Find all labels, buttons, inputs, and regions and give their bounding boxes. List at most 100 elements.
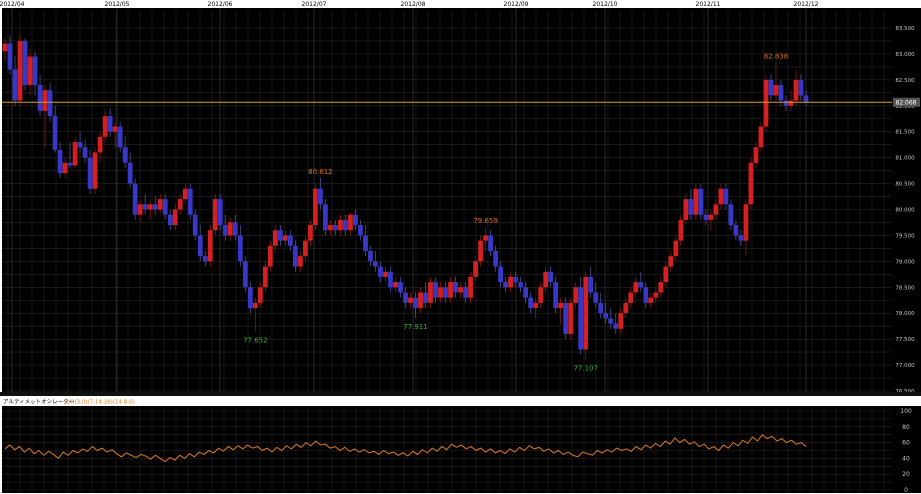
candle-body: [147, 204, 153, 210]
candle-body: [52, 116, 58, 150]
date-tick-label: 2012/05: [105, 1, 130, 8]
candle-body: [463, 287, 468, 298]
candle-body: [783, 100, 789, 106]
candle-body: [533, 302, 539, 309]
price-tick-label: 80.500: [895, 182, 915, 188]
high-annotation-label: 82.838: [764, 52, 789, 60]
candle-body: [343, 219, 348, 231]
candle-body: [42, 90, 48, 111]
candle-body: [318, 188, 323, 205]
osc-tick-label: 40: [902, 455, 910, 462]
candle-body: [553, 282, 559, 309]
candle-body: [27, 56, 33, 86]
candle-body: [112, 126, 118, 132]
candle-body: [548, 271, 554, 283]
candle-body: [613, 323, 619, 329]
candle-body: [778, 85, 784, 101]
candle-body: [252, 302, 258, 309]
candle-body: [423, 292, 428, 303]
candle-body: [563, 302, 569, 334]
candle-body: [708, 214, 714, 220]
candle-body: [698, 188, 704, 215]
indicator-params: UO(3,0)(7:14:28)(14:8:0): [66, 400, 135, 406]
current-price-label: 82.068: [896, 99, 917, 106]
candle-body: [493, 250, 498, 267]
candle-body: [152, 204, 158, 210]
high-annotation-label: 80.612: [308, 168, 333, 176]
date-tick-label: 2012/08: [401, 1, 426, 8]
candle-body: [653, 292, 659, 298]
candle-body: [227, 222, 233, 236]
candle-body: [508, 276, 514, 288]
candle-body: [338, 219, 343, 231]
candle-body: [72, 142, 78, 166]
candle-body: [523, 287, 529, 298]
candle-body: [313, 188, 318, 226]
candle-body: [217, 199, 223, 226]
candle-body: [578, 287, 584, 350]
candle-body: [262, 266, 268, 288]
price-tick-label: 79.500: [895, 233, 915, 239]
price-tick-label: 80.000: [895, 208, 915, 214]
low-annotation-label: 77.107: [573, 365, 598, 373]
candle-body: [363, 235, 368, 251]
candle-body: [102, 116, 108, 137]
candle-body: [588, 276, 594, 293]
candle-body: [628, 292, 634, 303]
date-tick-label: 2012/06: [208, 1, 233, 8]
candle-body: [257, 287, 263, 303]
candle-body: [793, 79, 799, 101]
candle-body: [473, 261, 478, 277]
price-tick-label: 81.500: [895, 130, 915, 136]
candle-body: [87, 157, 93, 189]
panel-divider[interactable]: [0, 392, 921, 396]
candle-body: [47, 90, 53, 117]
candle-body: [157, 199, 163, 210]
candle-body: [297, 256, 303, 267]
candle-body: [658, 282, 664, 293]
low-annotation-label: 77.911: [403, 323, 428, 331]
candle-body: [197, 235, 203, 257]
candle-body: [247, 287, 253, 309]
price-tick-label: 81.000: [895, 156, 915, 162]
candle-body: [748, 162, 754, 205]
candle-body: [67, 162, 73, 166]
price-tick-label: 78.000: [895, 311, 915, 317]
date-tick-label: 2012/09: [504, 1, 529, 8]
candle-body: [803, 95, 809, 103]
candle-body: [668, 256, 674, 267]
candle-body: [488, 235, 493, 251]
candle-body: [738, 235, 744, 241]
candle-body: [418, 292, 423, 309]
candle-body: [543, 271, 549, 288]
candle-body: [518, 282, 524, 288]
candle-body: [323, 204, 328, 231]
candle-body: [603, 313, 609, 319]
candle-body: [618, 313, 624, 329]
candle-body: [718, 188, 724, 205]
date-tick-label: 2012/12: [794, 1, 819, 8]
candle-body: [678, 219, 684, 241]
candle-body: [443, 287, 448, 298]
candle-body: [242, 261, 248, 288]
candle-body: [723, 188, 729, 205]
candle-body: [673, 240, 679, 257]
osc-tick-label: 60: [902, 440, 910, 447]
candle-body: [598, 302, 604, 314]
candle-body: [117, 126, 123, 148]
date-tick-label: 2012/10: [593, 1, 618, 8]
candle-body: [703, 214, 709, 220]
candle-body: [277, 230, 283, 241]
candle-body: [458, 287, 463, 293]
candle-body: [608, 318, 614, 324]
price-tick-label: 77.000: [895, 363, 915, 369]
candle-body: [177, 199, 183, 210]
candle-body: [107, 116, 113, 132]
candle-body: [22, 40, 28, 86]
candle-body: [393, 282, 398, 288]
candle-body: [568, 302, 574, 334]
candle-body: [643, 287, 649, 303]
candle-body: [282, 235, 288, 241]
candle-body: [558, 302, 564, 309]
candle-body: [468, 276, 473, 298]
